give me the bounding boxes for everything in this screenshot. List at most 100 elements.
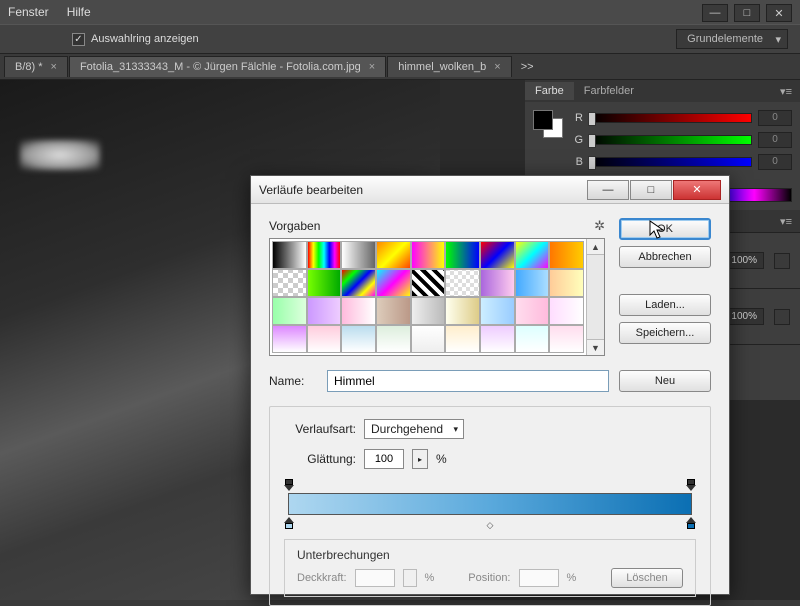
scroll-up-icon[interactable]: ▲ [587,239,604,255]
dialog-minimize-button[interactable]: — [587,180,629,200]
preset-swatch[interactable] [549,325,584,353]
preset-swatch[interactable] [515,297,550,325]
preset-swatch[interactable] [307,325,342,353]
preset-swatch[interactable] [549,241,584,269]
new-button[interactable]: Neu [619,370,711,392]
opacity-stepper[interactable] [403,569,417,587]
preset-swatch[interactable] [549,269,584,297]
close-button[interactable]: ✕ [766,4,792,22]
menu-item-hilfe[interactable]: Hilfe [67,5,91,19]
r-value[interactable]: 0 [758,110,792,126]
preset-swatch[interactable] [480,325,515,353]
scroll-down-icon[interactable]: ▼ [587,339,604,355]
preset-swatch[interactable] [272,297,307,325]
preset-swatch[interactable] [515,269,550,297]
dialog-maximize-button[interactable]: □ [630,180,672,200]
dropdown-icon[interactable] [774,253,790,269]
ok-button[interactable]: OK [619,218,711,240]
close-icon[interactable]: × [494,61,500,73]
percent-label: % [436,452,447,466]
opacity-stop-right[interactable] [686,479,696,491]
preset-swatch[interactable] [515,241,550,269]
preset-swatch[interactable] [411,269,446,297]
panel-tab-farbe[interactable]: Farbe [525,82,574,100]
preset-swatch[interactable] [272,325,307,353]
gradient-editor-bar[interactable]: ◇ [284,479,696,529]
preset-swatch[interactable] [411,325,446,353]
tabs-overflow[interactable]: >> [513,57,542,77]
preset-swatch[interactable] [445,241,480,269]
load-button[interactable]: Laden... [619,294,711,316]
b-value[interactable]: 0 [758,154,792,170]
opacity-value[interactable]: 100% [724,252,764,269]
panel-menu-icon[interactable]: ▾≡ [772,215,800,228]
dialog-close-button[interactable]: ✕ [673,180,721,200]
g-value[interactable]: 0 [758,132,792,148]
panel-menu-icon[interactable]: ▾≡ [772,85,800,98]
preset-swatch[interactable] [411,241,446,269]
preset-swatch[interactable] [549,297,584,325]
preset-swatch[interactable] [341,241,376,269]
preset-scrollbar[interactable]: ▲ ▼ [586,239,604,355]
opacity-stop-left[interactable] [284,479,294,491]
name-label: Name: [269,374,317,388]
selection-ring-checkbox[interactable]: ✓ [72,33,85,46]
foreground-background-swatch[interactable] [533,110,563,138]
preset-swatch[interactable] [307,241,342,269]
color-stop-right[interactable] [686,517,696,529]
preset-swatch[interactable] [272,241,307,269]
preset-swatch[interactable] [307,269,342,297]
preset-swatch[interactable] [307,297,342,325]
preset-swatch[interactable] [411,297,446,325]
maximize-button[interactable]: □ [734,4,760,22]
cancel-button[interactable]: Abbrechen [619,246,711,268]
preset-swatch[interactable] [480,269,515,297]
presets-label: Vorgaben [269,219,320,233]
preset-swatch[interactable] [376,269,411,297]
workspace-dropdown[interactable]: Grundelemente [676,29,788,49]
smoothness-input[interactable] [364,449,404,469]
gradient-type-group: Verlaufsart: Durchgehend Glättung: ▸ % ◇… [269,406,711,606]
b-slider[interactable] [589,157,752,167]
preset-box: ▲ ▼ [269,238,605,356]
close-icon[interactable]: × [369,61,375,73]
preset-swatch[interactable] [341,297,376,325]
dropdown-icon[interactable] [774,309,790,325]
fill-value[interactable]: 100% [724,308,764,325]
smoothness-stepper[interactable]: ▸ [412,449,428,469]
preset-swatch[interactable] [341,325,376,353]
close-icon[interactable]: × [51,61,57,73]
document-tab[interactable]: B/8) *× [4,56,68,77]
preset-swatch[interactable] [376,325,411,353]
delete-stop-button[interactable]: Löschen [611,568,683,588]
menu-item-fenster[interactable]: Fenster [8,5,49,19]
position-input[interactable] [519,569,559,587]
preset-swatch[interactable] [480,241,515,269]
dialog-titlebar[interactable]: Verläufe bearbeiten — □ ✕ [251,176,729,204]
preset-swatch[interactable] [445,325,480,353]
preset-swatch[interactable] [480,297,515,325]
gear-icon[interactable]: ✲ [594,218,605,234]
name-input[interactable] [327,370,609,392]
color-stop-left[interactable] [284,517,294,529]
preset-swatch[interactable] [376,297,411,325]
document-tab[interactable]: Fotolia_31333343_M - © Jürgen Fälchle - … [69,56,386,77]
preset-swatch[interactable] [272,269,307,297]
save-button[interactable]: Speichern... [619,322,711,344]
preset-swatch[interactable] [515,325,550,353]
gradient-type-select[interactable]: Durchgehend [364,419,464,439]
panel-tab-farbfelder[interactable]: Farbfelder [574,82,644,100]
preset-swatch[interactable] [376,241,411,269]
preset-swatch[interactable] [445,297,480,325]
document-tab[interactable]: himmel_wolken_b× [387,56,511,77]
midpoint-icon[interactable]: ◇ [487,520,494,531]
opacity-input[interactable] [355,569,395,587]
options-bar: ✓ Auswahlring anzeigen Grundelemente [0,24,800,54]
gradient-preview-bar[interactable] [288,493,692,515]
preset-swatch[interactable] [445,269,480,297]
r-slider[interactable] [589,113,752,123]
dialog-title: Verläufe bearbeiten [259,183,363,197]
minimize-button[interactable]: — [702,4,728,22]
g-slider[interactable] [589,135,752,145]
preset-swatch[interactable] [341,269,376,297]
